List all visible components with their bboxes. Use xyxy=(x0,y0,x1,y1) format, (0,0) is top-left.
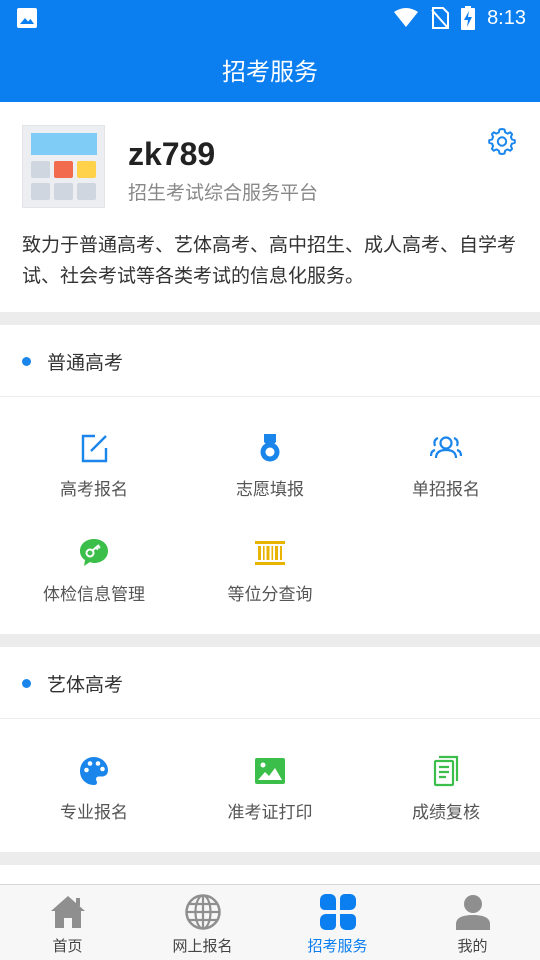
grid-item-danzhao-baoming[interactable]: 单招报名 xyxy=(356,432,536,522)
section-bullet xyxy=(22,357,31,366)
battery-charging-icon xyxy=(461,6,476,30)
tab-home[interactable]: 首页 xyxy=(0,885,135,960)
status-time: 8:13 xyxy=(487,6,526,29)
tab-exam-services[interactable]: 招考服务 xyxy=(270,885,405,960)
grid-item-label: 专业报名 xyxy=(60,803,128,823)
tab-label: 招考服务 xyxy=(307,937,368,955)
document-icon xyxy=(433,755,459,787)
bottom-tab-bar: 首页 网上报名 招考服务 我的 xyxy=(0,884,540,960)
grid-item-label: 单招报名 xyxy=(412,480,480,500)
grid-item-label: 志愿填报 xyxy=(236,480,304,500)
home-icon xyxy=(50,896,85,928)
tab-label: 我的 xyxy=(457,937,488,955)
grid-item-dengweifen-chaxun[interactable]: 等位分查询 xyxy=(180,537,360,627)
section-title: 艺体高考 xyxy=(47,674,124,696)
app-logo xyxy=(22,125,105,208)
tab-label: 首页 xyxy=(52,937,83,955)
grid-item-zhuanye-baoming[interactable]: 专业报名 xyxy=(4,755,184,845)
service-icon xyxy=(319,894,356,930)
settings-gear-icon[interactable] xyxy=(488,127,516,155)
section-putong-gaokao: 普通高考 高考报名 志愿填报 单招报名 体检信息管理 等位分查询 xyxy=(0,325,540,634)
globe-icon xyxy=(184,894,221,930)
profile-subtitle: 招生考试综合服务平台 xyxy=(128,182,319,204)
gallery-notification-icon xyxy=(17,8,37,28)
section-header: 普通高考 xyxy=(0,325,540,397)
section-title: 普通高考 xyxy=(47,352,124,374)
grid-item-label: 体检信息管理 xyxy=(43,585,145,605)
grid-item-gaokao-baoming[interactable]: 高考报名 xyxy=(4,432,184,522)
grid-item-label: 高考报名 xyxy=(60,480,128,500)
key-chat-icon xyxy=(80,539,108,566)
tab-online-registration[interactable]: 网上报名 xyxy=(135,885,270,960)
section-partial xyxy=(0,865,540,884)
profile-name: zk789 xyxy=(128,136,216,172)
grid-item-chengji-fuhe[interactable]: 成绩复核 xyxy=(356,755,536,845)
no-sim-icon xyxy=(431,7,450,29)
image-icon xyxy=(255,758,285,784)
section-bullet xyxy=(22,679,31,688)
edit-icon xyxy=(81,434,108,463)
users-icon xyxy=(430,436,462,459)
medal-icon xyxy=(260,434,280,462)
grid-item-label: 成绩复核 xyxy=(412,803,480,823)
section-header: 艺体高考 xyxy=(0,647,540,719)
grid-item-zhiyuan-tianbao[interactable]: 志愿填报 xyxy=(180,432,360,522)
page-title: 招考服务 xyxy=(222,57,318,86)
palette-icon xyxy=(80,757,108,785)
grid-item-zhunkaozheng-dayin[interactable]: 准考证打印 xyxy=(180,755,360,845)
wifi-icon xyxy=(394,8,419,27)
section-yiti-gaokao: 艺体高考 专业报名 准考证打印 成绩复核 xyxy=(0,647,540,852)
profile-description: 致力于普通高考、艺体高考、高中招生、成人高考、自学考试、社会考试等各类考试的信息… xyxy=(22,234,517,287)
tab-me[interactable]: 我的 xyxy=(405,885,540,960)
user-icon xyxy=(455,895,490,930)
tab-label: 网上报名 xyxy=(172,937,233,955)
grid-item-tijian-xinxi[interactable]: 体检信息管理 xyxy=(4,537,184,627)
grid-item-label: 等位分查询 xyxy=(227,585,313,605)
profile-card: zk789 招生考试综合服务平台 致力于普通高考、艺体高考、高中招生、成人高考、… xyxy=(0,102,540,312)
app-bar: 招考服务 xyxy=(0,36,540,102)
grid-item-label: 准考证打印 xyxy=(227,803,313,823)
barcode-icon xyxy=(255,541,285,565)
status-bar: 8:13 xyxy=(0,0,540,36)
